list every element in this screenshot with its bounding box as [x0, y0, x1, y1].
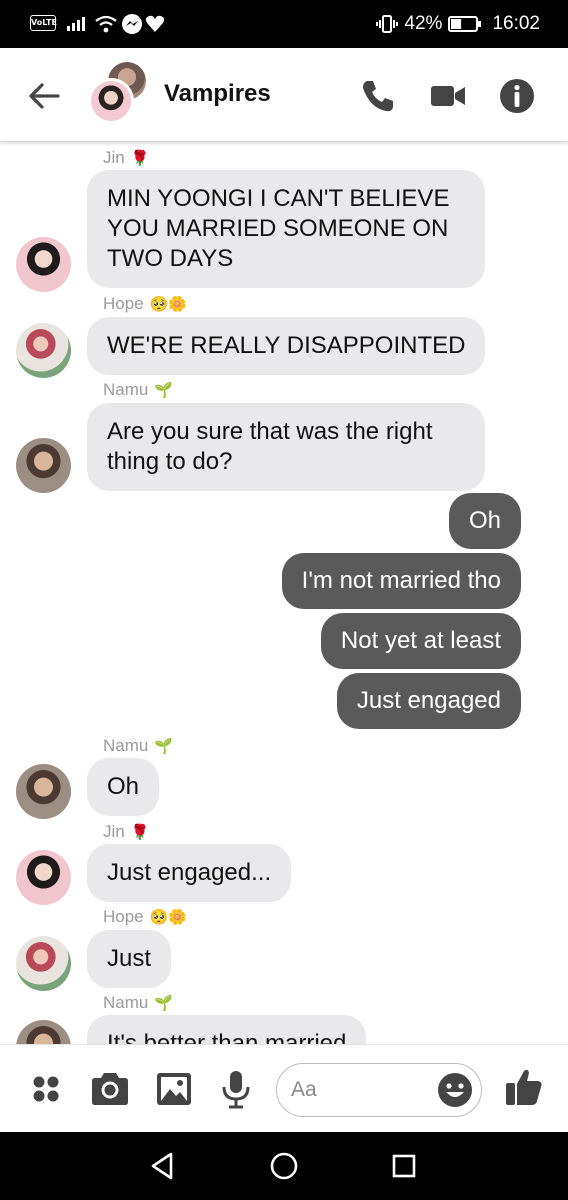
sender-emoji: 🥺🌼 — [149, 296, 187, 313]
volte-badge: VoLTE — [30, 15, 57, 31]
message-bubble-outgoing[interactable]: I'm not married tho — [281, 553, 521, 609]
video-camera-icon[interactable] — [428, 76, 468, 116]
sender-name: Hope — [103, 907, 144, 926]
message-bubble-outgoing[interactable]: Just engaged — [336, 673, 521, 729]
sender-label: Jin 🌹 — [103, 822, 149, 842]
chat-header: Vampires — [0, 48, 568, 142]
wifi-icon — [95, 15, 117, 33]
message-input[interactable] — [291, 1076, 431, 1104]
microphone-icon[interactable] — [214, 1067, 258, 1111]
sender-name: Namu — [103, 380, 149, 399]
avatar-namu[interactable] — [16, 764, 71, 819]
sender-label: Namu 🌱 — [103, 736, 173, 756]
sender-label: Namu 🌱 — [103, 993, 173, 1013]
sender-name: Namu — [103, 993, 149, 1012]
home-circle-icon[interactable] — [266, 1148, 302, 1184]
sender-name: Namu — [103, 736, 149, 755]
avatar-namu[interactable] — [16, 1020, 71, 1044]
menu-dots-icon[interactable] — [24, 1067, 68, 1111]
signal-icon — [67, 17, 85, 31]
clock: 16:02 — [492, 13, 540, 34]
message-bubble-incoming[interactable]: WE'RE REALLY DISAPPOINTED — [87, 317, 486, 375]
message-bubble-incoming[interactable]: Just — [87, 930, 172, 988]
sender-emoji: 🌱 — [154, 382, 174, 399]
message-bubble-outgoing[interactable]: Not yet at least — [320, 613, 521, 669]
camera-icon[interactable] — [88, 1067, 132, 1111]
sender-emoji: 🌹 — [130, 824, 150, 841]
sender-name: Jin — [103, 148, 125, 167]
message-bubble-incoming[interactable]: It's better than married — [87, 1015, 367, 1044]
system-nav-bar — [0, 1132, 568, 1200]
sender-label: Hope 🥺🌼 — [103, 294, 187, 314]
sender-label: Hope 🥺🌼 — [103, 907, 187, 927]
recents-square-icon[interactable] — [386, 1148, 422, 1184]
avatar-jin[interactable] — [16, 237, 71, 292]
message-list[interactable]: Jin 🌹 MIN YOONGI I CAN'T BELIEVE YOU MAR… — [0, 142, 568, 1044]
back-arrow-icon[interactable] — [24, 76, 64, 116]
message-bubble-incoming[interactable]: Just engaged... — [87, 844, 292, 902]
avatar-hope[interactable] — [16, 936, 71, 991]
emoji-icon[interactable] — [437, 1072, 473, 1108]
composer-bar — [0, 1044, 568, 1132]
chat-title[interactable]: Vampires — [164, 80, 271, 108]
avatar-hope[interactable] — [16, 323, 71, 378]
gallery-icon[interactable] — [152, 1067, 196, 1111]
info-icon[interactable] — [497, 76, 537, 116]
sender-name: Jin — [103, 822, 125, 841]
sender-label: Jin 🌹 — [103, 148, 149, 168]
message-bubble-incoming[interactable]: MIN YOONGI I CAN'T BELIEVE YOU MARRIED S… — [87, 170, 485, 288]
message-input-box[interactable] — [276, 1063, 482, 1117]
status-bar: VoLTE 42% 16:02 — [0, 0, 568, 48]
battery-percent: 42% — [404, 13, 443, 34]
group-avatar[interactable] — [88, 62, 152, 126]
sender-emoji: 🌹 — [130, 150, 150, 167]
vibrate-icon — [376, 15, 399, 33]
back-triangle-icon[interactable] — [145, 1148, 181, 1184]
status-right: 42% 16:02 — [376, 0, 540, 48]
sender-name: Hope — [103, 294, 144, 313]
group-avatar-front — [88, 78, 134, 124]
avatar-namu[interactable] — [16, 438, 71, 493]
message-bubble-incoming[interactable]: Oh — [87, 758, 160, 816]
heart-notification-icon — [145, 15, 165, 33]
message-bubble-incoming[interactable]: Are you sure that was the right thing to… — [87, 403, 485, 491]
messenger-notification-icon — [122, 14, 142, 34]
avatar-jin[interactable] — [16, 850, 71, 905]
sender-label: Namu 🌱 — [103, 380, 173, 400]
sender-emoji: 🌱 — [154, 738, 174, 755]
battery-icon — [448, 16, 482, 32]
phone-icon[interactable] — [358, 76, 398, 116]
sender-emoji: 🥺🌼 — [149, 909, 187, 926]
message-bubble-outgoing[interactable]: Oh — [448, 493, 521, 549]
sender-emoji: 🌱 — [154, 995, 174, 1012]
thumbs-up-icon[interactable] — [502, 1065, 546, 1109]
